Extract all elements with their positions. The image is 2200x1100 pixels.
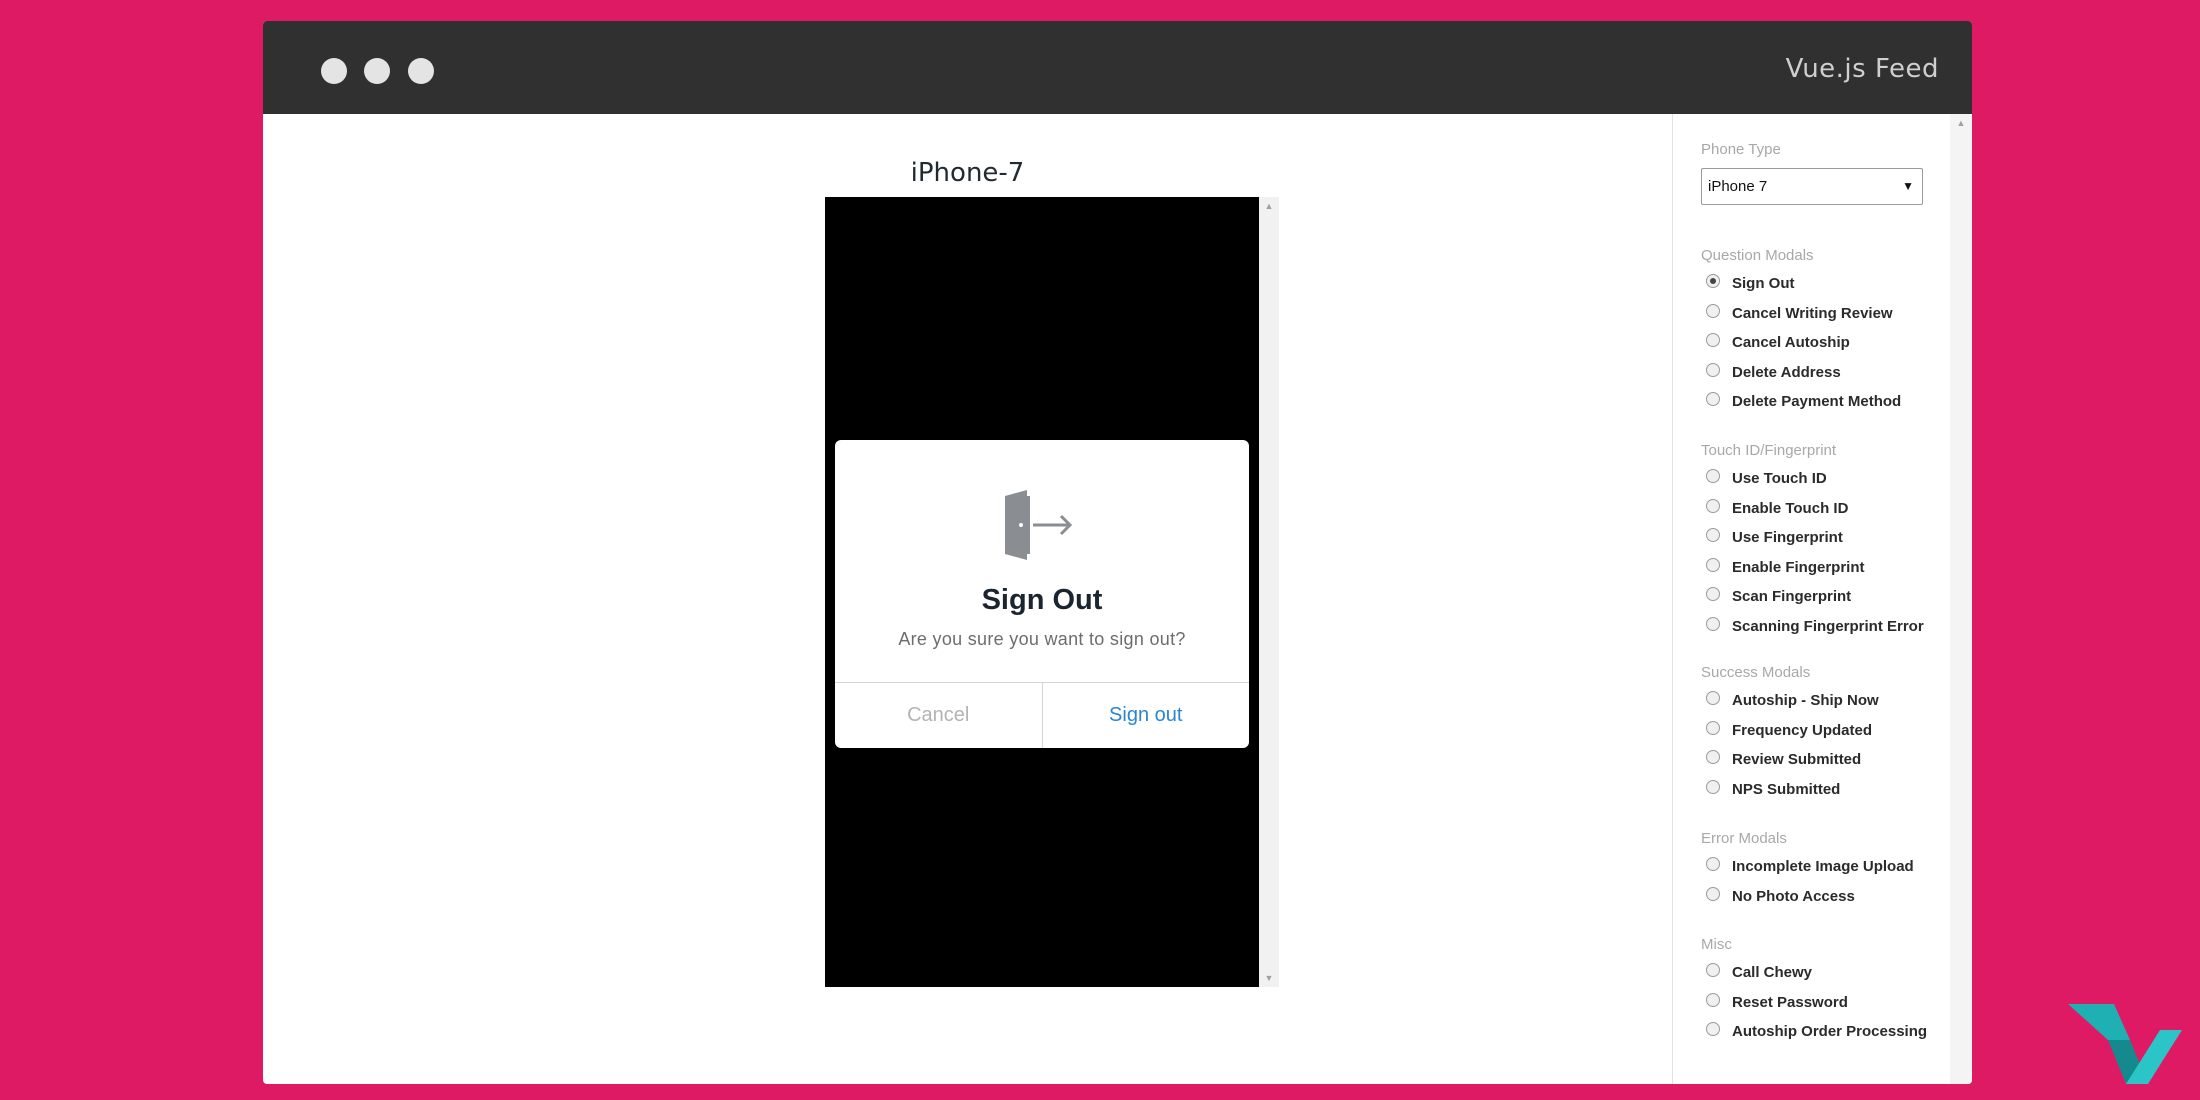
radio-button[interactable] [1706,616,1720,631]
option-label: Enable Fingerprint [1732,559,1865,576]
radio-button[interactable] [1706,886,1720,901]
option-label: Autoship Order Processing [1732,1023,1928,1040]
sign-out-door-icon [1005,490,1073,560]
radio-button[interactable] [1706,586,1720,601]
window-titlebar: Vue.js Feed [263,21,1972,114]
device-title: iPhone-7 [910,158,1025,188]
modal-option[interactable]: Autoship Order Processing [1706,1021,1928,1040]
modal-option[interactable]: Scanning Fingerprint Error [1706,616,1924,635]
window-close-dot[interactable] [321,58,347,84]
modal-option[interactable]: Review Submitted [1706,749,1862,768]
sign-out-button[interactable]: Sign out [1043,683,1250,748]
modal-option[interactable]: Enable Touch ID [1706,498,1849,517]
radio-button[interactable] [1706,720,1720,735]
option-label: Scan Fingerprint [1732,588,1852,605]
scroll-up-icon[interactable]: ▲ [1259,201,1279,211]
dropdown-caret-icon: ▼ [1902,179,1914,193]
radio-button[interactable] [1706,557,1720,572]
options-sidebar: Phone Type iPhone 7 ▼ Question Modals Sig… [1672,114,1972,1084]
option-label: Reset Password [1732,994,1848,1011]
modal-option[interactable]: Scan Fingerprint [1706,586,1852,605]
modal-option[interactable]: Use Fingerprint [1706,527,1843,546]
cancel-button[interactable]: Cancel [835,683,1043,748]
modal-option[interactable]: Incomplete Image Upload [1706,856,1914,875]
option-label: Autoship - Ship Now [1732,692,1879,709]
group-label: Misc [1701,936,1732,953]
radio-button[interactable] [1706,391,1720,406]
option-label: Use Touch ID [1732,470,1827,487]
app-window: Vue.js Feed iPhone-7 Sign Out Are you su… [263,21,1972,1084]
modal-actions: Cancel Sign out [835,682,1249,748]
radio-button[interactable] [1706,779,1720,794]
radio-button[interactable] [1706,527,1720,542]
modal-option[interactable]: Cancel Writing Review [1706,303,1893,322]
phone-type-label: Phone Type [1701,141,1781,158]
modal-option[interactable]: Frequency Updated [1706,720,1873,739]
phone-screen: Sign Out Are you sure you want to sign o… [825,197,1259,987]
modal-option[interactable]: Autoship - Ship Now [1706,690,1879,709]
option-label: Sign Out [1732,275,1795,292]
radio-button[interactable] [1706,273,1720,288]
radio-button[interactable] [1706,498,1720,513]
option-label: Review Submitted [1732,751,1862,768]
window-title: Vue.js Feed [1785,54,1939,84]
sidebar-scrollbar[interactable]: ▲ [1950,114,1972,1084]
device-preview: iPhone-7 Sign Out Are you sure you want … [263,114,1672,1084]
radio-button[interactable] [1706,856,1720,871]
brand-logo-icon [2068,1004,2182,1084]
preview-scrollbar[interactable]: ▲ ▼ [1259,197,1279,987]
modal-option[interactable]: Enable Fingerprint [1706,557,1865,576]
window-minimize-dot[interactable] [364,58,390,84]
scroll-up-icon[interactable]: ▲ [1950,118,1972,128]
group-label: Error Modals [1701,830,1787,847]
phone-type-value: iPhone 7 [1708,178,1768,195]
option-label: Incomplete Image Upload [1732,858,1914,875]
option-label: Delete Address [1732,364,1841,381]
modal-title: Sign Out [981,584,1103,616]
radio-button[interactable] [1706,749,1720,764]
group-label: Question Modals [1701,247,1814,264]
option-label: Call Chewy [1732,964,1813,981]
option-label: No Photo Access [1732,888,1855,905]
modal-option[interactable]: Call Chewy [1706,962,1813,981]
modal-option[interactable]: No Photo Access [1706,886,1855,905]
option-label: Use Fingerprint [1732,529,1843,546]
option-label: Cancel Autoship [1732,334,1850,351]
radio-button[interactable] [1706,332,1720,347]
radio-button[interactable] [1706,962,1720,977]
option-label: Cancel Writing Review [1732,305,1893,322]
radio-button[interactable] [1706,690,1720,705]
modal-option[interactable]: Reset Password [1706,992,1848,1011]
radio-button[interactable] [1706,303,1720,318]
window-maximize-dot[interactable] [408,58,434,84]
modal-option[interactable]: Use Touch ID [1706,468,1827,487]
option-label: Scanning Fingerprint Error [1732,618,1924,635]
option-label: Delete Payment Method [1732,393,1902,410]
scroll-down-icon[interactable]: ▼ [1259,973,1279,983]
option-label: NPS Submitted [1732,781,1841,798]
group-label: Touch ID/Fingerprint [1701,442,1837,459]
radio-button[interactable] [1706,1021,1720,1036]
radio-button[interactable] [1706,992,1720,1007]
modal-option[interactable]: Delete Address [1706,362,1841,381]
group-label: Success Modals [1701,664,1811,681]
phone-type-select[interactable]: iPhone 7 ▼ [1701,168,1923,205]
modal-message: Are you sure you want to sign out? [898,629,1186,649]
radio-button[interactable] [1706,362,1720,377]
modal-option[interactable]: Delete Payment Method [1706,391,1902,410]
option-label: Frequency Updated [1732,722,1873,739]
sign-out-modal: Sign Out Are you sure you want to sign o… [835,440,1249,748]
modal-option[interactable]: Sign Out [1706,273,1795,292]
option-label: Enable Touch ID [1732,500,1849,517]
modal-option[interactable]: Cancel Autoship [1706,332,1850,351]
modal-option[interactable]: NPS Submitted [1706,779,1841,798]
radio-button[interactable] [1706,468,1720,483]
